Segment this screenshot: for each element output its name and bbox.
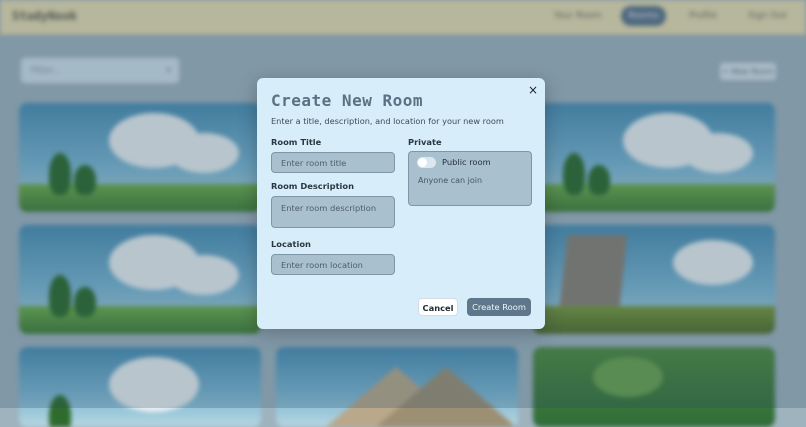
close-icon[interactable]: ×	[526, 83, 540, 97]
room-title-input[interactable]	[271, 152, 395, 173]
room-description-input[interactable]	[271, 196, 395, 228]
toggle-knob	[418, 158, 427, 167]
public-room-label: Public room	[442, 157, 491, 167]
room-title-label: Room Title	[271, 137, 322, 147]
create-room-dialog: × Create New Room Enter a title, descrip…	[257, 78, 545, 329]
create-room-button[interactable]: Create Room	[467, 298, 531, 316]
public-room-hint: Anyone can join	[418, 176, 483, 185]
dialog-title: Create New Room	[271, 91, 423, 110]
private-label: Private	[408, 137, 442, 147]
private-settings-box: Public room Anyone can join	[408, 151, 532, 206]
public-room-toggle[interactable]	[417, 157, 436, 168]
room-description-label: Room Description	[271, 181, 354, 191]
location-label: Location	[271, 239, 311, 249]
cancel-button[interactable]: Cancel	[418, 298, 458, 316]
dialog-subtitle: Enter a title, description, and location…	[271, 116, 504, 126]
location-input[interactable]	[271, 254, 395, 275]
